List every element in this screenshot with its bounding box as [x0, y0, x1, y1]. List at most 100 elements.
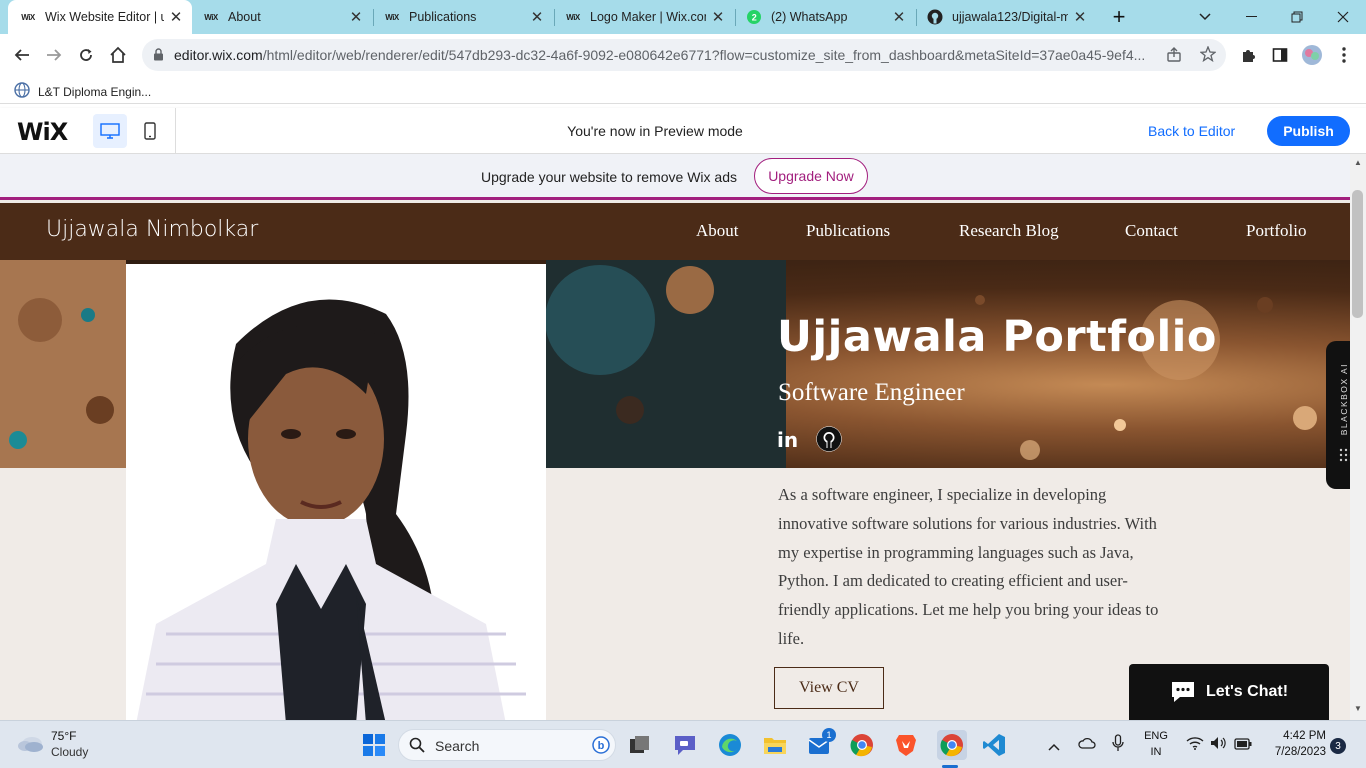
minimize-icon[interactable]	[1228, 0, 1274, 34]
bookmark-star-icon[interactable]	[1199, 45, 1217, 65]
nav-contact[interactable]: Contact	[1125, 221, 1178, 241]
bookmark-item[interactable]: L&T Diploma Engin...	[14, 82, 151, 101]
lang-top[interactable]: ENG	[1144, 730, 1168, 742]
nav-publications[interactable]: Publications	[806, 221, 890, 241]
wix-favicon-icon: WiX	[21, 12, 35, 22]
upgrade-now-button[interactable]: Upgrade Now	[754, 158, 868, 194]
browser-toolbar: editor.wix.com/html/editor/web/renderer/…	[0, 34, 1366, 76]
back-arrow-icon[interactable]	[10, 43, 34, 67]
edge-icon[interactable]	[717, 732, 743, 758]
restore-icon[interactable]	[1274, 0, 1320, 34]
tab-title: Logo Maker | Wix.com	[590, 10, 706, 24]
brave-icon[interactable]	[893, 732, 919, 758]
tab-github[interactable]: ujjawala123/Digital-m ✕	[924, 0, 1096, 34]
wix-preview-bar: WiX You're now in Preview mode Back to E…	[0, 108, 1366, 154]
search-icon	[409, 737, 425, 758]
close-tab-icon[interactable]: ✕	[529, 8, 545, 26]
speaker-icon[interactable]	[1210, 736, 1226, 755]
wifi-icon[interactable]	[1186, 736, 1204, 755]
bookmarks-bar: L&T Diploma Engin...	[0, 76, 1366, 104]
nav-research-blog[interactable]: Research Blog	[959, 221, 1059, 241]
windows-start-icon[interactable]	[361, 732, 387, 758]
close-tab-icon[interactable]: ✕	[168, 8, 184, 26]
forward-arrow-icon[interactable]	[42, 43, 66, 67]
onedrive-cloud-icon[interactable]	[1078, 736, 1096, 754]
tab-logo-maker[interactable]: WiX Logo Maker | Wix.com ✕	[562, 0, 734, 34]
svg-text:in: in	[777, 428, 798, 450]
clock-time[interactable]: 4:42 PM	[1262, 730, 1326, 742]
blackbox-label: BLACKBOX AI	[1339, 363, 1349, 436]
outlook-icon[interactable]: 1	[806, 728, 836, 758]
lock-icon[interactable]	[153, 48, 164, 64]
weather-desc: Cloudy	[51, 745, 89, 759]
view-cv-button[interactable]: View CV	[774, 667, 884, 709]
back-to-editor-link[interactable]: Back to Editor	[1148, 123, 1235, 139]
nav-portfolio[interactable]: Portfolio	[1246, 221, 1306, 241]
teams-chat-icon[interactable]	[672, 732, 698, 758]
tab-title: (2) WhatsApp	[771, 10, 848, 24]
extensions-puzzle-icon[interactable]	[1236, 43, 1260, 67]
site-name[interactable]: Ujjawala Nimbolkar	[46, 217, 258, 242]
scroll-up-icon[interactable]: ▲	[1354, 158, 1362, 167]
wix-favicon-icon: WiX	[566, 12, 580, 22]
lets-chat-button[interactable]: Let's Chat!	[1129, 664, 1329, 720]
scrollbar-thumb[interactable]	[1352, 190, 1363, 318]
chrome-menu-icon[interactable]	[1332, 43, 1356, 67]
scroll-down-icon[interactable]: ▼	[1354, 704, 1362, 713]
clock-date[interactable]: 7/28/2023	[1262, 746, 1326, 758]
hero-title: Ujjawala Portfolio	[777, 312, 1217, 362]
bio-paragraph: As a software engineer, I specialize in …	[778, 485, 1159, 648]
close-tab-icon[interactable]: ✕	[1072, 8, 1088, 26]
github-icon[interactable]	[816, 426, 842, 457]
chat-label: Let's Chat!	[1205, 683, 1289, 700]
url-path: /html/editor/web/renderer/edit/547db293-…	[262, 47, 1146, 63]
tray-chevron-up-icon[interactable]	[1048, 738, 1060, 756]
linkedin-icon[interactable]: in	[777, 428, 799, 455]
task-view-icon[interactable]	[627, 732, 653, 758]
close-tab-icon[interactable]: ✕	[891, 8, 907, 26]
microphone-icon[interactable]	[1112, 734, 1124, 757]
close-window-icon[interactable]	[1320, 0, 1366, 34]
address-bar[interactable]: editor.wix.com/html/editor/web/renderer/…	[142, 39, 1226, 71]
windows-taskbar: 75°F Cloudy Search b 1 ENG IN 4:42 PM 7/…	[0, 720, 1366, 768]
publish-button[interactable]: Publish	[1267, 116, 1350, 146]
new-tab-icon[interactable]: +	[1096, 0, 1142, 34]
page-scrollbar[interactable]: ▲ ▼	[1350, 154, 1366, 720]
tab-publications[interactable]: WiX Publications ✕	[381, 0, 553, 34]
browser-tab-strip: WiX Wix Website Editor | u ✕ WiX About ✕…	[0, 0, 1366, 34]
preview-mode-message: You're now in Preview mode	[567, 123, 743, 139]
taskbar-search-box[interactable]: Search b	[398, 729, 616, 761]
home-icon[interactable]	[106, 43, 130, 67]
nav-about[interactable]: About	[696, 221, 739, 241]
battery-icon[interactable]	[1234, 737, 1252, 755]
share-icon[interactable]	[1166, 47, 1182, 66]
cloud-weather-icon[interactable]	[16, 732, 44, 759]
tab-wix-editor[interactable]: WiX Wix Website Editor | u ✕	[8, 0, 192, 34]
tab-search-chevron-icon[interactable]	[1182, 0, 1228, 34]
svg-text:b: b	[598, 740, 605, 752]
side-panel-icon[interactable]	[1268, 43, 1292, 67]
profile-avatar[interactable]	[1300, 43, 1324, 67]
ad-message: Upgrade your website to remove Wix ads	[481, 169, 737, 185]
wix-favicon-icon: WiX	[385, 12, 399, 22]
site-preview: Upgrade your website to remove Wix ads U…	[0, 154, 1350, 720]
reload-icon[interactable]	[74, 43, 98, 67]
tab-about[interactable]: WiX About ✕	[200, 0, 372, 34]
vscode-icon[interactable]	[981, 732, 1007, 758]
outlook-badge: 1	[822, 728, 836, 742]
tab-whatsapp[interactable]: 2 (2) WhatsApp ✕	[743, 0, 915, 34]
wix-favicon-icon: WiX	[204, 12, 218, 22]
lang-bottom[interactable]: IN	[1144, 746, 1168, 758]
chrome-profile-icon[interactable]	[937, 730, 967, 760]
tab-title: ujjawala123/Digital-m	[952, 10, 1068, 24]
site-header: Ujjawala Nimbolkar About Publications Re…	[0, 203, 1350, 260]
bing-icon: b	[592, 736, 610, 759]
hero-subtitle: Software Engineer	[778, 379, 965, 406]
notification-badge[interactable]: 3	[1330, 738, 1346, 754]
file-explorer-icon[interactable]	[762, 732, 788, 758]
globe-icon	[14, 82, 30, 101]
close-tab-icon[interactable]: ✕	[348, 8, 364, 26]
chrome-icon[interactable]	[849, 732, 875, 758]
svg-text:2: 2	[752, 13, 757, 23]
close-tab-icon[interactable]: ✕	[710, 8, 726, 26]
